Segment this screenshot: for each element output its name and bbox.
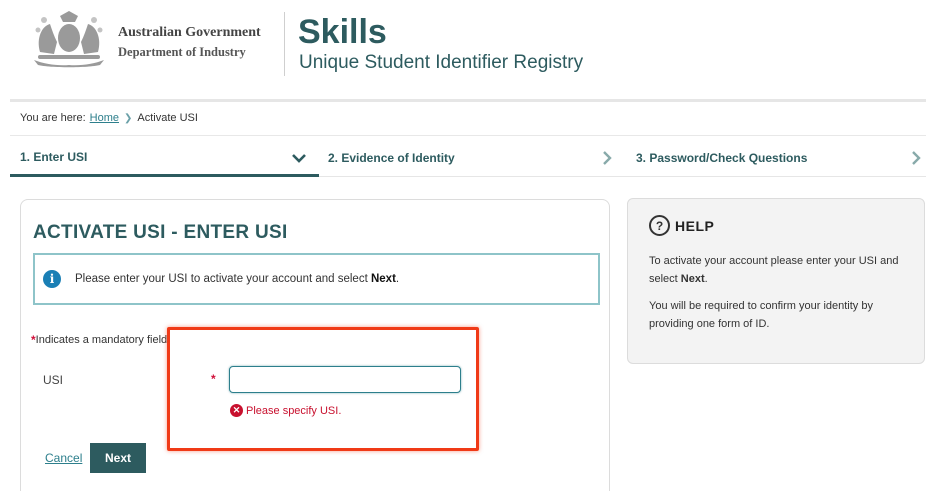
step-password-check-questions[interactable]: 3. Password/Check Questions	[627, 139, 926, 177]
site-title: Skills	[298, 13, 387, 51]
government-wordmark: Australian Government Department of Indu…	[118, 24, 261, 62]
site-header: Australian Government Department of Indu…	[0, 0, 926, 102]
gov-line-1: Australian Government	[118, 25, 261, 40]
cancel-link[interactable]: Cancel	[45, 451, 82, 465]
help-paragraph-1: To activate your account please enter yo…	[649, 255, 899, 285]
info-message: i Please enter your USI to activate your…	[33, 253, 600, 305]
help-panel: ? HELP To activate your account please e…	[627, 198, 925, 364]
chevron-right-icon	[912, 151, 921, 165]
step-label: 3. Password/Check Questions	[636, 150, 808, 165]
usi-label: USI	[43, 373, 64, 387]
breadcrumb-home-link[interactable]: Home	[90, 112, 119, 124]
step-label: 2. Evidence of Identity	[328, 150, 455, 165]
usi-error-message: ✕ Please specify USI.	[230, 404, 341, 417]
info-text: Please enter your USI to activate your a…	[75, 273, 400, 285]
activate-usi-panel: ACTIVATE USI - ENTER USI i Please enter …	[20, 199, 610, 491]
chevron-right-icon	[603, 151, 612, 165]
gov-line-2: Department of Industry	[118, 45, 246, 59]
step-enter-usi[interactable]: 1. Enter USI	[10, 139, 319, 177]
breadcrumb-prefix: You are here:	[20, 112, 86, 124]
mandatory-note-text: Indicates a mandatory field	[35, 334, 168, 346]
error-x-icon: ✕	[230, 404, 243, 417]
usi-input[interactable]	[229, 366, 461, 393]
info-icon: i	[43, 270, 61, 288]
breadcrumb-rule	[10, 135, 926, 136]
breadcrumb-current: Activate USI	[137, 112, 198, 124]
step-navigation: 1. Enter USI 2. Evidence of Identity 3. …	[10, 139, 926, 181]
step-label: 1. Enter USI	[20, 149, 88, 164]
header-divider	[284, 12, 285, 76]
chevron-down-icon	[292, 154, 306, 163]
coat-of-arms-icon	[34, 11, 104, 68]
breadcrumb-chevron-icon: ❯	[124, 112, 133, 124]
next-button[interactable]: Next	[90, 443, 146, 473]
step-evidence-of-identity[interactable]: 2. Evidence of Identity	[319, 139, 627, 177]
breadcrumb: You are here: Home ❯ Activate USI	[20, 112, 198, 124]
help-heading: ? HELP	[649, 215, 714, 236]
required-asterisk-icon: *	[211, 372, 216, 386]
help-title: HELP	[675, 217, 715, 234]
site-subtitle: Unique Student Identifier Registry	[299, 52, 584, 73]
error-text: Please specify USI.	[246, 404, 342, 417]
help-paragraph-2: You will be required to confirm your ide…	[649, 300, 873, 330]
page-title: ACTIVATE USI - ENTER USI	[33, 222, 288, 243]
mandatory-note: * Indicates a mandatory field	[31, 333, 167, 347]
question-mark-icon: ?	[649, 215, 670, 236]
header-rule	[10, 99, 926, 102]
